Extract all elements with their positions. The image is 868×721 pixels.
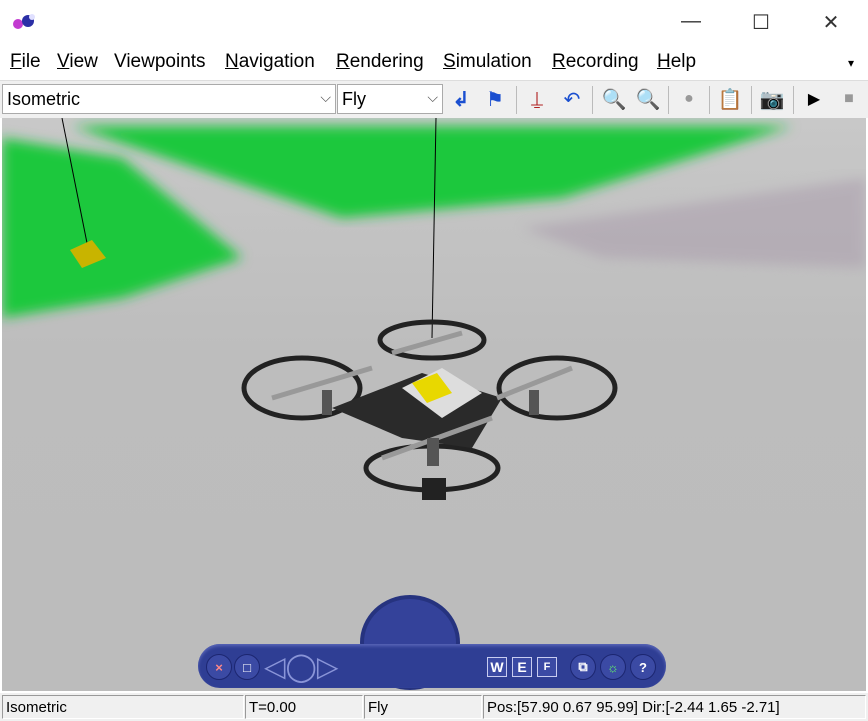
menu-recording[interactable]: Recording bbox=[552, 51, 639, 73]
chevron-down-icon: ⌵ bbox=[320, 89, 331, 105]
stop-icon[interactable]: ■ bbox=[835, 85, 863, 113]
rotate-arrows-icon[interactable]: ◁◯▷ bbox=[264, 650, 338, 683]
grass-area bbox=[72, 126, 792, 218]
walk-button[interactable]: W bbox=[487, 657, 507, 677]
restore-panel-button[interactable]: □ bbox=[234, 654, 260, 680]
menu-view[interactable]: View bbox=[57, 51, 98, 73]
status-mode: Fly bbox=[364, 695, 482, 719]
help-button[interactable]: ? bbox=[630, 654, 656, 680]
properties-icon[interactable]: 📋 bbox=[716, 85, 744, 113]
record-icon[interactable]: ● bbox=[675, 85, 703, 113]
close-button[interactable]: ✕ bbox=[816, 10, 846, 35]
status-time: T=0.00 bbox=[245, 695, 363, 719]
menu-bar: File View Viewpoints Navigation Renderin… bbox=[0, 46, 868, 78]
minimize-button[interactable]: — bbox=[676, 10, 706, 33]
camera-icon[interactable]: 📷 bbox=[758, 85, 786, 113]
menu-simulation[interactable]: Simulation bbox=[443, 51, 532, 73]
close-panel-button[interactable]: × bbox=[206, 654, 232, 680]
headlight-icon[interactable]: ☼ bbox=[600, 654, 626, 680]
menu-rendering[interactable]: Rendering bbox=[336, 51, 424, 73]
mdi-restore-icon[interactable]: ▾ bbox=[848, 56, 854, 70]
status-viewpoint: Isometric bbox=[2, 695, 244, 719]
fly-button[interactable]: F bbox=[537, 657, 557, 677]
status-position: Pos:[57.90 0.67 95.99] Dir:[-2.44 1.65 -… bbox=[483, 695, 866, 719]
examine-button[interactable]: E bbox=[512, 657, 532, 677]
flag-icon[interactable]: ⚑ bbox=[481, 85, 509, 113]
viewpoint-select[interactable]: Isometric ⌵ bbox=[2, 84, 336, 114]
navigation-mode-select[interactable]: Fly ⌵ bbox=[337, 84, 443, 114]
chevron-down-icon: ⌵ bbox=[427, 89, 438, 105]
drone-model bbox=[241, 319, 618, 500]
maximize-button[interactable]: ☐ bbox=[746, 10, 776, 35]
menu-help[interactable]: Help bbox=[657, 51, 696, 73]
play-icon[interactable]: ▶ bbox=[800, 85, 828, 113]
zoom-in-icon[interactable]: 🔍 bbox=[600, 85, 628, 113]
menu-navigation[interactable]: Navigation bbox=[225, 51, 315, 73]
view-all-icon[interactable]: ⧉ bbox=[570, 654, 596, 680]
straighten-up-icon[interactable]: ⍊ bbox=[523, 85, 551, 113]
status-bar: Isometric T=0.00 Fly Pos:[57.90 0.67 95.… bbox=[0, 693, 868, 721]
toolbar: Isometric ⌵ Fly ⌵ ↲ ⚑ ⍊ ↶ 🔍 🔍 ● 📋 📷 ▶ ■ bbox=[0, 80, 868, 118]
menu-viewpoints[interactable]: Viewpoints bbox=[114, 51, 206, 73]
zoom-out-icon[interactable]: 🔍 bbox=[634, 85, 662, 113]
undo-move-icon[interactable]: ↶ bbox=[558, 85, 586, 113]
app-logo-icon bbox=[13, 14, 35, 29]
menu-file[interactable]: File bbox=[10, 51, 41, 73]
return-icon[interactable]: ↲ bbox=[447, 85, 475, 113]
title-bar: — ☐ ✕ bbox=[0, 0, 868, 46]
